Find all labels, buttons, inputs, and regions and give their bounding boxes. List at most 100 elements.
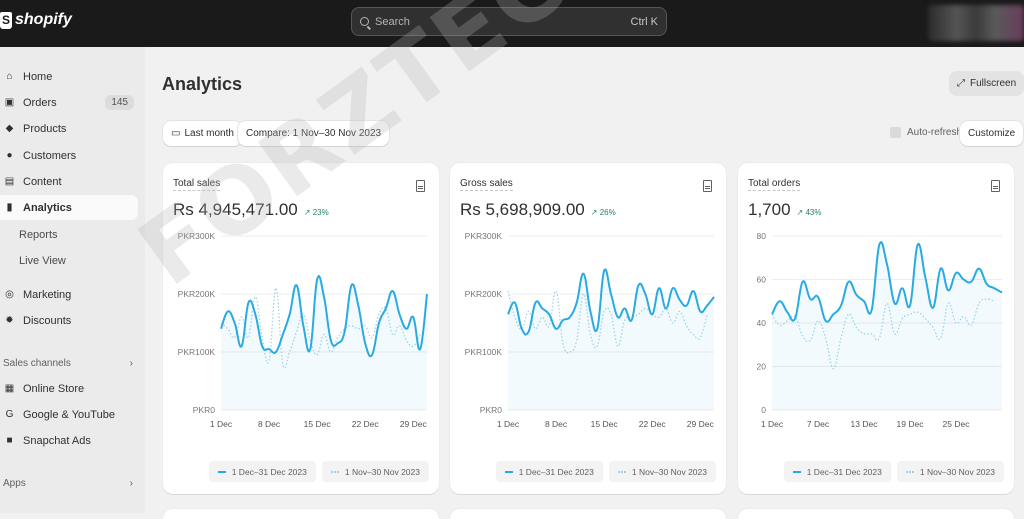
line-chart: 80 60 40 20 0 1 Dec 7 Dec 13 Dec 19 Dec 25 Dec — [757, 231, 1003, 429]
search-shortcut: Ctrl K — [630, 15, 659, 28]
date-range-button[interactable]: ▭ Last month — [163, 121, 242, 146]
auto-refresh-label: Auto-refresh — [907, 127, 963, 138]
dotted-line-swatch — [905, 470, 914, 473]
delta-value: 23% — [312, 208, 329, 217]
compare-button[interactable]: Compare: 1 Nov–30 Nov 2023 — [238, 121, 390, 146]
x-tick-label: 22 Dec — [639, 419, 667, 429]
sidebar-item-analytics[interactable]: ▮ Analytics — [0, 195, 138, 220]
total-orders-card[interactable]: Total orders 1,700 ↗ 43% 80 60 40 20 0 1 Dec 7… — [738, 163, 1014, 494]
legend-previous[interactable]: 1 Nov–30 Nov 2023 — [321, 461, 429, 482]
x-tick-label: 19 Dec — [897, 419, 925, 429]
sidebar-item-label: Orders — [23, 96, 57, 109]
y-tick-label: 0 — [761, 405, 766, 415]
sidebar-item-google-youtube[interactable]: G Google & YouTube — [0, 402, 138, 427]
legend-current[interactable]: 1 Dec–31 Dec 2023 — [783, 461, 891, 482]
y-tick-label: 20 — [757, 362, 767, 372]
shopify-logo[interactable]: shopify — [0, 11, 72, 29]
card-title[interactable]: Total orders — [748, 178, 801, 191]
metric-value: 1,700 — [748, 200, 791, 219]
snapchat-icon: ■ — [6, 435, 13, 446]
x-tick-label: 29 Dec — [687, 419, 715, 429]
y-tick-label: PKR300K — [465, 231, 503, 241]
sidebar-item-live-view[interactable]: Live View — [0, 248, 138, 273]
expand-icon: ⤢ — [957, 78, 965, 89]
sidebar-item-label: Google & YouTube — [23, 408, 115, 421]
sidebar-item-label: Online Store — [23, 382, 85, 395]
line-chart: PKR300K PKR200K PKR100K PKR0 1 Dec 8 Dec 15 De… — [178, 231, 428, 429]
sidebar-item-label: Marketing — [23, 288, 72, 301]
legend-label: 1 Nov–30 Nov 2023 — [919, 466, 995, 477]
sidebar-item-snapchat-ads[interactable]: ■ Snapchat Ads — [0, 428, 138, 453]
x-tick-label: 8 Dec — [545, 419, 568, 429]
shopify-bag-icon — [0, 11, 12, 29]
account-menu[interactable] — [928, 5, 1024, 41]
y-tick-label: PKR100K — [178, 347, 216, 357]
metric-value: Rs 4,945,471.00 — [173, 200, 298, 219]
metric-value: Rs 5,698,909.00 — [460, 200, 585, 219]
fullscreen-button[interactable]: ⤢ Fullscreen — [949, 71, 1024, 96]
customize-label: Customize — [968, 128, 1016, 139]
search-input[interactable]: Search Ctrl K — [351, 7, 667, 36]
legend-current[interactable]: 1 Dec–31 Dec 2023 — [208, 461, 316, 482]
target-icon: ◎ — [5, 289, 14, 300]
sidebar-item-label: Products — [23, 122, 67, 135]
sidebar-item-reports[interactable]: Reports — [0, 222, 138, 247]
legend-previous[interactable]: 1 Nov–30 Nov 2023 — [608, 461, 716, 482]
auto-refresh-checkbox[interactable] — [890, 127, 901, 138]
tag-icon: ◆ — [5, 123, 14, 134]
legend-current[interactable]: 1 Dec–31 Dec 2023 — [495, 461, 603, 482]
solid-line-swatch — [792, 470, 801, 473]
x-tick-label: 1 Dec — [497, 419, 520, 429]
sidebar-item-label: Reports — [19, 228, 58, 241]
apps-header[interactable]: Apps › — [3, 478, 133, 489]
date-range-label: Last month — [184, 128, 234, 139]
sales-channels-header[interactable]: Sales channels › — [3, 358, 133, 369]
x-tick-label: 13 Dec — [851, 419, 879, 429]
top-bar: shopify Search Ctrl K — [0, 0, 1024, 47]
sidebar-item-label: Live View — [19, 254, 66, 267]
auto-refresh-toggle[interactable]: Auto-refresh — [890, 127, 962, 138]
chevron-right-icon: › — [129, 358, 133, 369]
x-tick-label: 7 Dec — [807, 419, 830, 429]
sidebar-item-home[interactable]: ⌂ Home — [0, 64, 138, 89]
y-tick-label: PKR0 — [193, 405, 215, 415]
delta-badge: ↗ 26% — [590, 208, 616, 217]
sidebar-item-customers[interactable]: ● Customers — [0, 143, 138, 168]
sidebar-item-content[interactable]: ▤ Content — [0, 169, 138, 194]
export-icon[interactable] — [703, 180, 712, 192]
card-title[interactable]: Gross sales — [460, 178, 513, 191]
sidebar-item-products[interactable]: ◆ Products — [0, 116, 138, 141]
total-sales-card[interactable]: Total sales Rs 4,945,471.00 ↗ 23% PKR300… — [163, 163, 439, 494]
legend-label: 1 Nov–30 Nov 2023 — [631, 466, 707, 477]
chart-legend: 1 Dec–31 Dec 2023 1 Nov–30 Nov 2023 — [208, 461, 429, 482]
sidebar-item-discounts[interactable]: ✹ Discounts — [0, 308, 138, 333]
y-tick-label: 80 — [757, 231, 767, 241]
delta-value: 43% — [805, 208, 822, 217]
sidebar-item-online-store[interactable]: ▦ Online Store — [0, 376, 138, 401]
line-chart: PKR300K PKR200K PKR100K PKR0 1 Dec 8 Dec 15 De… — [465, 231, 715, 429]
sidebar-item-marketing[interactable]: ◎ Marketing — [0, 282, 138, 307]
legend-label: 1 Dec–31 Dec 2023 — [518, 466, 594, 477]
chart-legend: 1 Dec–31 Dec 2023 1 Nov–30 Nov 2023 — [783, 461, 1004, 482]
person-icon: ● — [6, 150, 13, 161]
customize-button[interactable]: Customize — [960, 121, 1024, 146]
apps-label: Apps — [3, 478, 26, 489]
y-tick-label: PKR300K — [178, 231, 216, 241]
delta-badge: ↗ 43% — [796, 208, 822, 217]
next-row-card — [450, 509, 726, 519]
export-icon[interactable] — [991, 180, 1000, 192]
search-icon — [360, 17, 369, 26]
x-tick-label: 15 Dec — [304, 419, 332, 429]
sidebar-item-label: Analytics — [23, 201, 72, 214]
gross-sales-card[interactable]: Gross sales Rs 5,698,909.00 ↗ 26% PKR300… — [450, 163, 726, 494]
google-icon: G — [5, 409, 14, 420]
delta-badge: ↗ 23% — [303, 208, 329, 217]
sidebar-item-label: Snapchat Ads — [23, 434, 91, 447]
legend-previous[interactable]: 1 Nov–30 Nov 2023 — [896, 461, 1004, 482]
card-title[interactable]: Total sales — [173, 178, 221, 191]
x-tick-label: 1 Dec — [210, 419, 233, 429]
sidebar-item-label: Discounts — [23, 314, 72, 327]
y-tick-label: PKR100K — [465, 347, 503, 357]
sidebar-item-orders[interactable]: ▣ Orders 145 — [0, 90, 138, 115]
export-icon[interactable] — [416, 180, 425, 192]
